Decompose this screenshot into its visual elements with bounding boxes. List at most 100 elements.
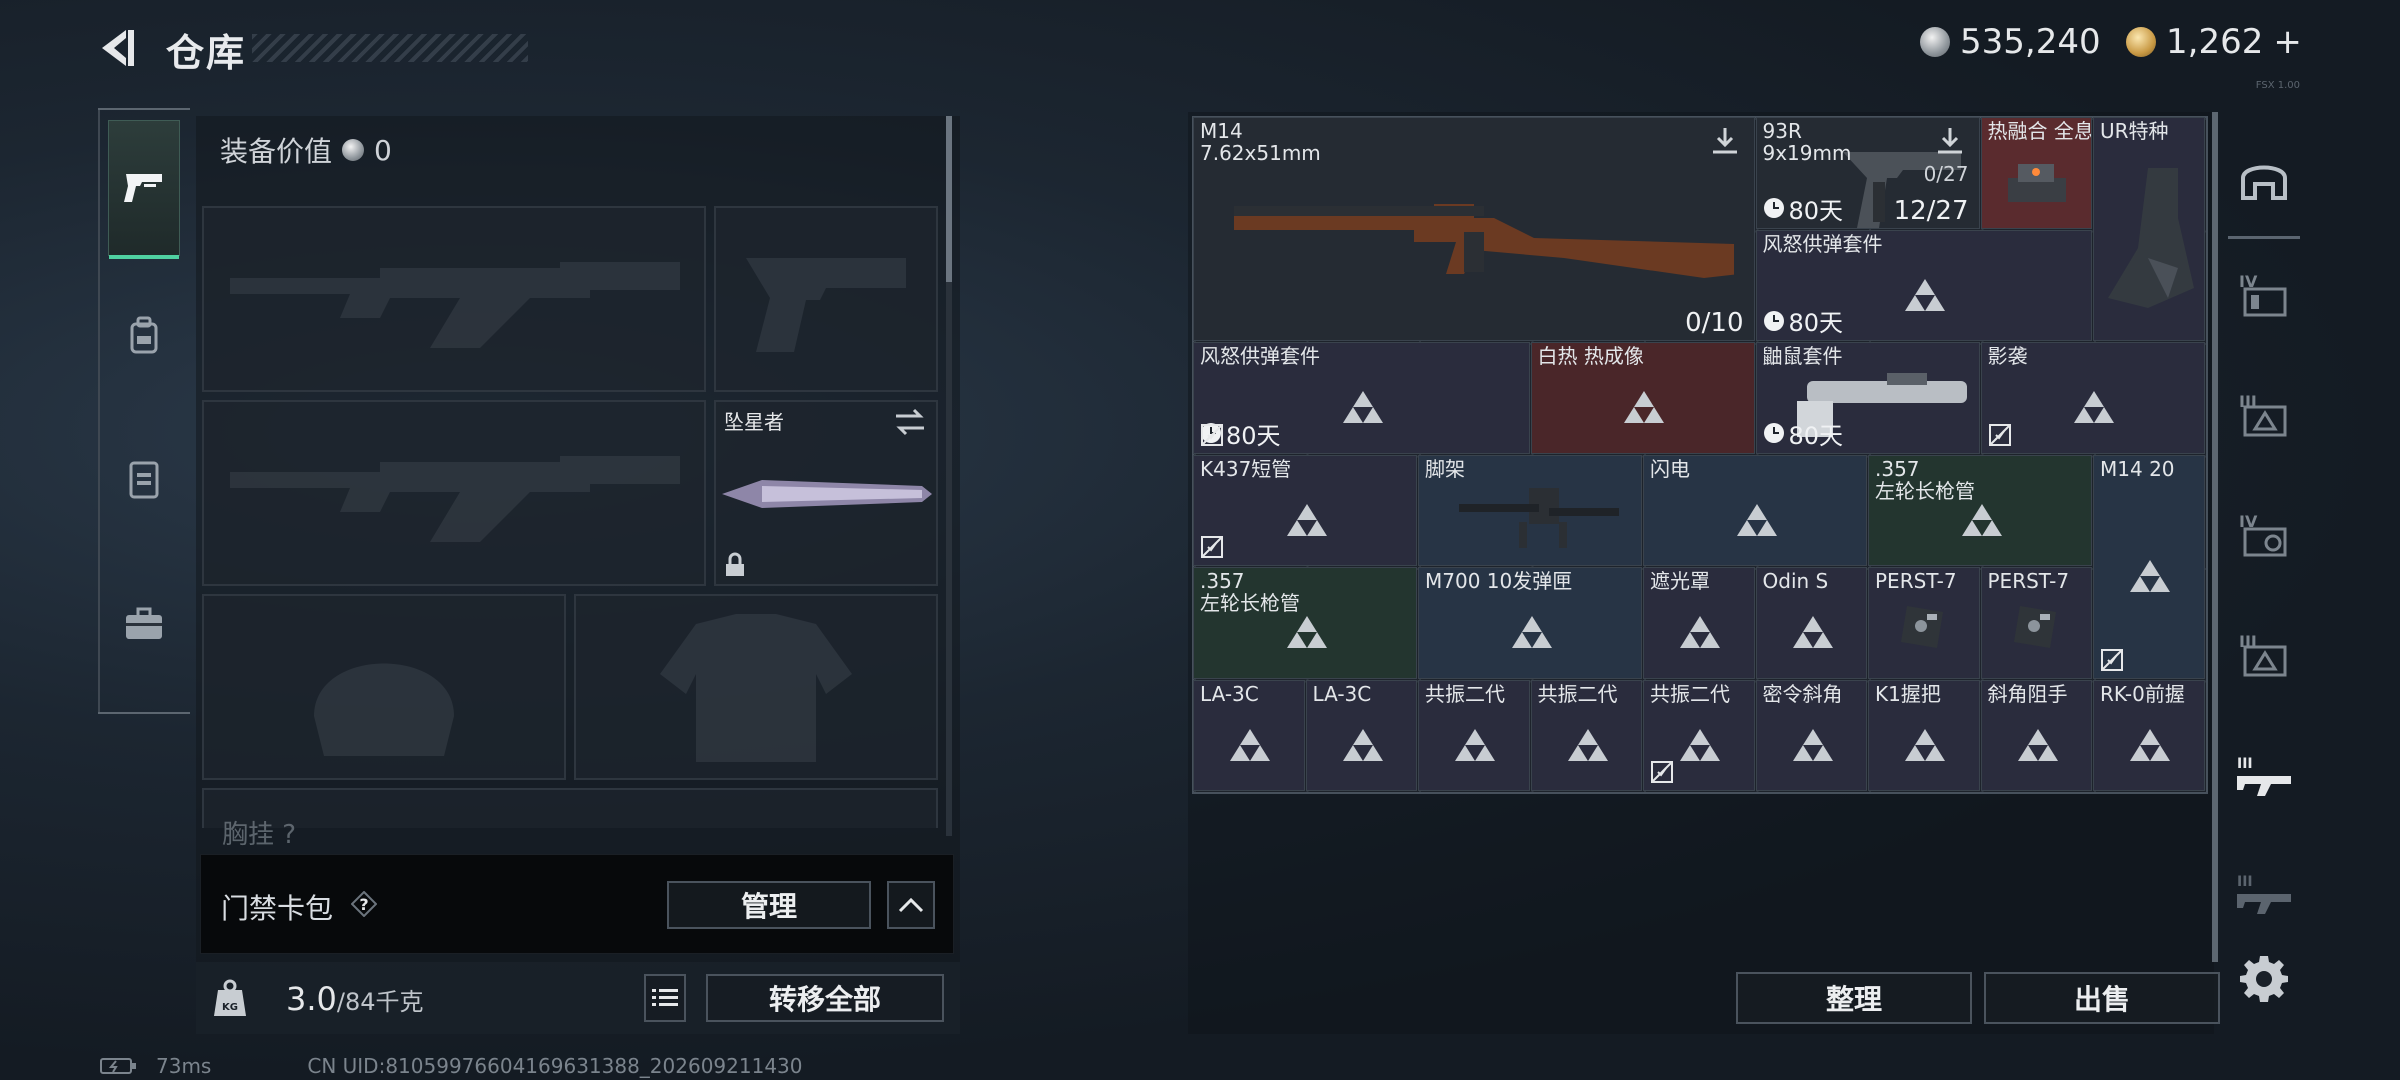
stash-item-shade[interactable]: 遮光罩 bbox=[1643, 567, 1755, 679]
placeholder-triangle-icon bbox=[1680, 728, 1721, 761]
stash-item-k1-grip[interactable]: K1握把 bbox=[1868, 679, 1980, 791]
sidearm-slot[interactable] bbox=[714, 206, 938, 392]
add-gold-button[interactable]: + bbox=[2273, 22, 2302, 62]
stash-item-la3c-2[interactable]: LA-3C bbox=[1305, 679, 1417, 791]
equipment-scrollbar[interactable] bbox=[946, 116, 952, 836]
tab-backpack[interactable] bbox=[108, 268, 180, 404]
laser-module-icon bbox=[2013, 606, 2056, 648]
gold-currency[interactable]: 1,262 + bbox=[2126, 22, 2302, 62]
stash-item-fury-kit-2[interactable]: 风怒供弹套件 80天 bbox=[1193, 342, 1530, 454]
stash-scrollbar[interactable] bbox=[2212, 112, 2218, 962]
stash-item-resonance-1[interactable]: 共振二代 bbox=[1418, 679, 1530, 791]
rail-tier3-filter[interactable]: III bbox=[2232, 382, 2296, 446]
stash-item-resonance-3[interactable]: 共振二代 bbox=[1643, 679, 1755, 791]
rail-tier4-filter[interactable]: IV bbox=[2232, 262, 2296, 326]
chest-rig-slot[interactable] bbox=[202, 788, 938, 828]
swap-icon[interactable] bbox=[894, 408, 926, 436]
collapse-button[interactable] bbox=[887, 881, 935, 929]
ping-text: 73ms bbox=[156, 1054, 212, 1078]
placeholder-triangle-icon bbox=[1736, 503, 1777, 536]
stash-item-rk0-grip[interactable]: RK-0前握 bbox=[2093, 679, 2205, 791]
download-icon[interactable] bbox=[1935, 126, 1965, 156]
item-timer: 80天 bbox=[1763, 416, 1843, 451]
weight-bar: KG 3.0/84千克 转移全部 bbox=[196, 962, 960, 1034]
stash-item-m14[interactable]: M14 7.62x51mm 0/10 bbox=[1193, 117, 1755, 341]
item-name: 影袭 bbox=[1987, 344, 2028, 368]
pistol-silhouette-icon bbox=[746, 258, 906, 352]
stash-item-mole-kit[interactable]: 鼬鼠套件 80天 bbox=[1755, 342, 1980, 454]
rail-tier4-kit-filter[interactable]: IV bbox=[2232, 502, 2296, 566]
tab-case[interactable] bbox=[108, 556, 180, 692]
item-ammo-count: 0/27 bbox=[1923, 162, 1969, 186]
placeholder-triangle-icon bbox=[1624, 391, 1664, 424]
stash-item-shadow[interactable]: 影袭 bbox=[1980, 342, 2205, 454]
transfer-all-button[interactable]: 转移全部 bbox=[706, 974, 944, 1022]
tier-iii-kit-icon: III bbox=[2239, 632, 2287, 677]
svg-text:KG: KG bbox=[222, 1002, 238, 1013]
stash-item-la3c-1[interactable]: LA-3C bbox=[1193, 679, 1305, 791]
sort-button[interactable]: 整理 bbox=[1736, 972, 1972, 1024]
back-arrow-icon[interactable] bbox=[96, 26, 140, 70]
stash-item-bipod[interactable]: 脚架 bbox=[1418, 454, 1642, 566]
item-name: 风怒供弹套件 bbox=[1200, 344, 1320, 368]
gold-amount: 1,262 bbox=[2166, 22, 2264, 62]
stash-item-odin[interactable]: Odin S bbox=[1755, 567, 1867, 679]
melee-slot[interactable]: 坠星者 bbox=[714, 400, 938, 586]
secondary-weapon-slot[interactable] bbox=[202, 400, 706, 586]
item-name: 共振二代 bbox=[1537, 681, 1618, 706]
tier-iii-case-icon: III bbox=[2239, 392, 2287, 437]
silver-currency: 535,240 bbox=[1920, 22, 2101, 62]
stash-item-perst-2[interactable]: PERST-7 bbox=[1980, 567, 2092, 679]
stash-item-angle-stop[interactable]: 斜角阻手 bbox=[1980, 679, 2092, 791]
stash-item-flash[interactable]: 闪电 bbox=[1643, 454, 1867, 566]
stash-item-white-hot[interactable]: 白热 热成像 bbox=[1530, 342, 1755, 454]
stash-item-k437[interactable]: K437短管 bbox=[1193, 454, 1417, 566]
clock-icon bbox=[1763, 423, 1784, 443]
rail-tier3-kit-filter[interactable]: III bbox=[2232, 622, 2296, 686]
stash-item-secret-angle[interactable]: 密令斜角 bbox=[1755, 679, 1867, 791]
item-timer: 80天 bbox=[1763, 191, 1843, 226]
version-code: FSX 1.00 bbox=[2255, 80, 2300, 91]
rail-rifle-filter[interactable]: III bbox=[2232, 744, 2296, 808]
rail-rifle2-filter[interactable]: III bbox=[2232, 862, 2296, 926]
placeholder-triangle-icon bbox=[1905, 278, 1946, 311]
list-view-button[interactable] bbox=[644, 974, 686, 1022]
stash-item-357-barrel-1[interactable]: .357 左轮长枪管 bbox=[1868, 454, 2092, 566]
stash-item-thermal-fusion[interactable]: 热融合 全息 bbox=[1980, 117, 2092, 229]
help-icon[interactable]: ? bbox=[351, 891, 377, 917]
rail-helmet-filter[interactable] bbox=[2232, 148, 2296, 212]
stash-item-perst-1[interactable]: PERST-7 bbox=[1868, 567, 1980, 679]
item-name: 白热 热成像 bbox=[1537, 344, 1644, 368]
download-button[interactable] bbox=[1935, 126, 1965, 156]
placeholder-triangle-icon bbox=[1567, 728, 1608, 761]
stash-item-fury-kit-1[interactable]: 风怒供弹套件 80天 bbox=[1755, 229, 2092, 341]
tier-iv-case-icon: IV bbox=[2239, 272, 2287, 317]
helmet-silhouette-icon bbox=[314, 663, 454, 756]
stash-item-93r[interactable]: 93R 9x19mm 0/27 80天 12/27 bbox=[1755, 117, 1980, 229]
stash-item-m14-20[interactable]: M14 20 bbox=[2093, 454, 2205, 679]
primary-weapon-slot[interactable] bbox=[202, 206, 706, 392]
helmet-slot[interactable] bbox=[202, 594, 566, 780]
item-name: .357 左轮长枪管 bbox=[1875, 456, 1975, 503]
sell-button[interactable]: 出售 bbox=[1984, 972, 2220, 1024]
stash-item-357-barrel-2[interactable]: .357 左轮长枪管 bbox=[1193, 567, 1417, 679]
placeholder-triangle-icon bbox=[1905, 728, 1946, 761]
stash-item-resonance-2[interactable]: 共振二代 bbox=[1530, 679, 1642, 791]
item-name: 93R 9x19mm bbox=[1762, 119, 1852, 165]
item-name: 闪电 bbox=[1650, 456, 1690, 481]
download-icon[interactable] bbox=[1710, 126, 1740, 156]
stash-item-ur-stock[interactable]: UR特种 bbox=[2093, 117, 2205, 341]
stash-item-m700-mag[interactable]: M700 10发弹匣 bbox=[1418, 567, 1642, 679]
settings-gear-icon[interactable] bbox=[2240, 954, 2288, 1002]
manage-button[interactable]: 管理 bbox=[667, 881, 871, 929]
download-button[interactable] bbox=[1710, 126, 1740, 156]
tab-vest[interactable] bbox=[108, 412, 180, 548]
item-name: RK-0前握 bbox=[2100, 681, 2185, 706]
no-insurance-icon bbox=[1201, 536, 1223, 558]
tab-weapons[interactable] bbox=[108, 120, 180, 259]
holo-sight-icon bbox=[2007, 164, 2066, 202]
item-name: M14 20 bbox=[2100, 456, 2175, 481]
armor-slot[interactable] bbox=[574, 594, 938, 780]
item-name: K437短管 bbox=[1200, 456, 1292, 481]
no-insurance-icon bbox=[1201, 423, 1223, 446]
